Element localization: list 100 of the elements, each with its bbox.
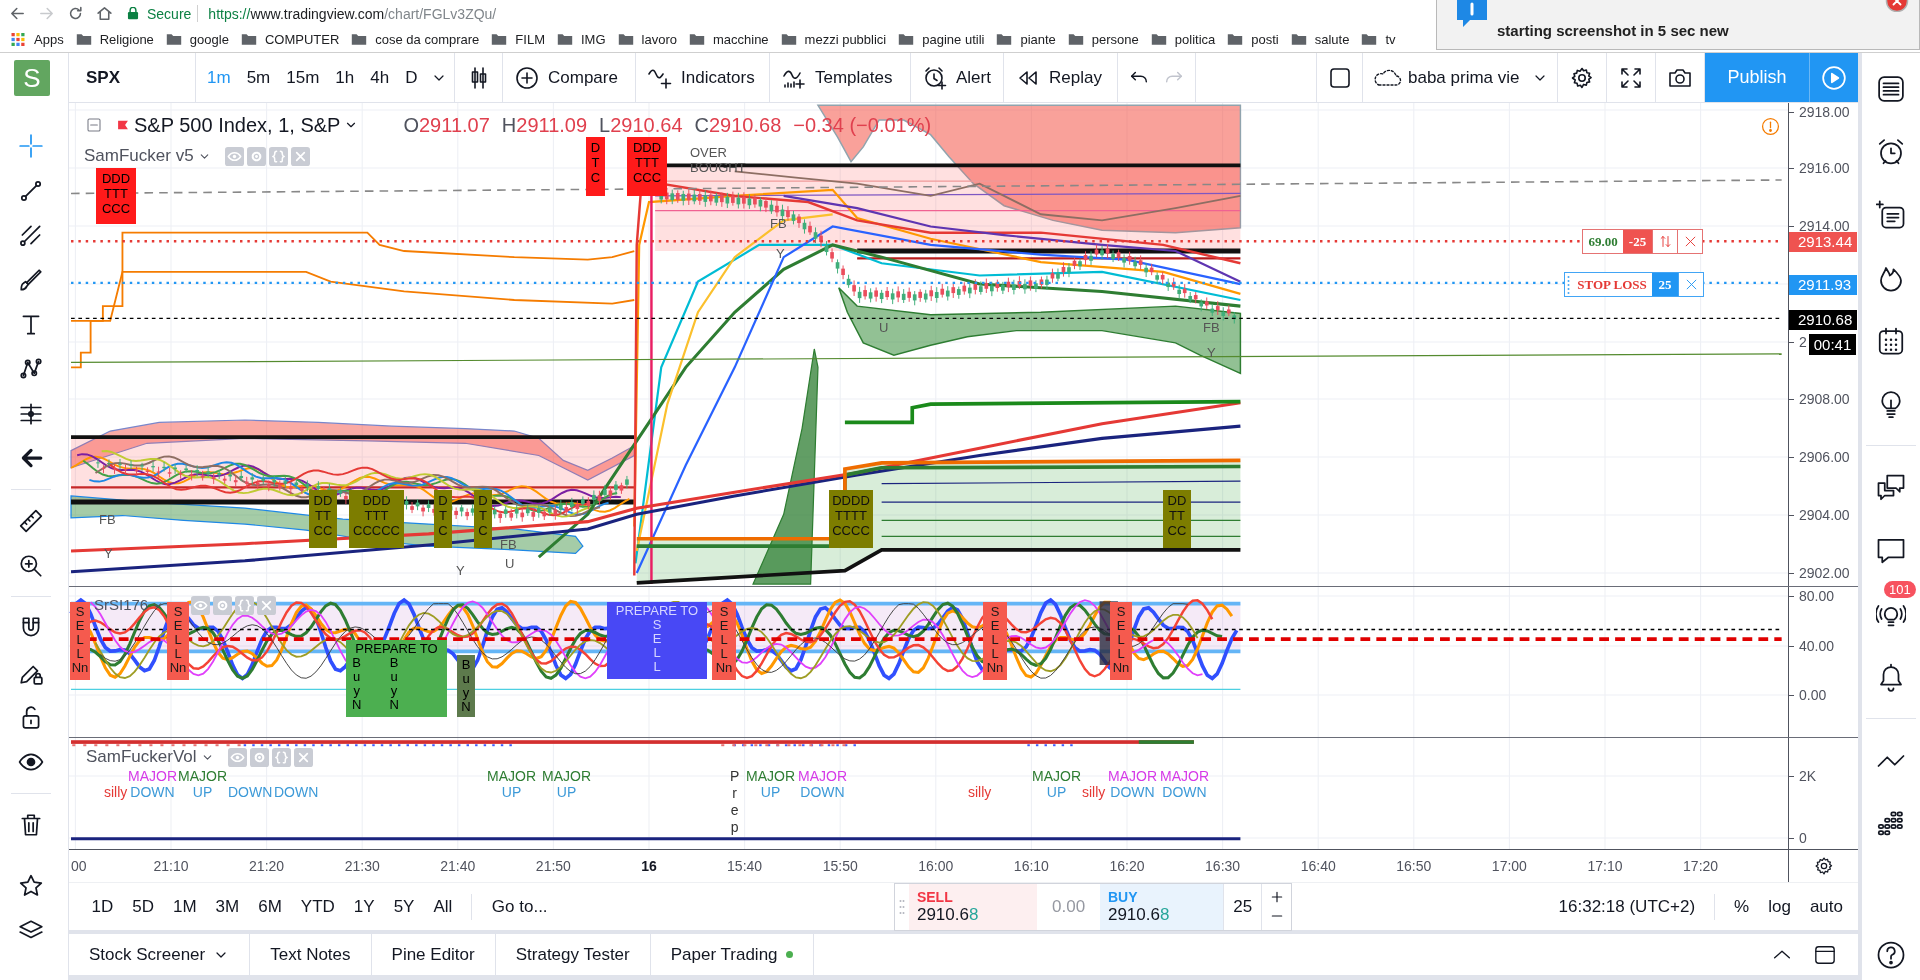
square-icon[interactable] [1327, 65, 1352, 90]
indicators-button[interactable]: Indicators [636, 53, 770, 102]
status-dot-icon [785, 951, 793, 958]
warning-icon[interactable] [1761, 117, 1780, 136]
stop-loss-order[interactable]: STOP LOSS 25 [1564, 272, 1704, 297]
dtc-signal-marker: DDDD TTTT CCCC [829, 490, 873, 548]
brush-icon[interactable] [18, 267, 44, 294]
replay-button[interactable]: Replay [1004, 53, 1118, 102]
symbol-button[interactable]: SPX [86, 67, 121, 88]
price-axis-label: 2K [1789, 767, 1817, 785]
quantity-field[interactable]: 25 [1223, 883, 1262, 930]
bookmark[interactable]: FILM [491, 32, 545, 47]
scale-toggle[interactable]: log [1768, 896, 1791, 917]
templates-button[interactable]: Templates [770, 53, 911, 102]
bookmark[interactable]: salute [1290, 32, 1350, 47]
alarm-clock-icon[interactable] [1876, 136, 1906, 167]
interval-tab[interactable]: D [397, 67, 426, 88]
fullscreen-icon[interactable] [1619, 65, 1643, 90]
scale-toggle[interactable]: % [1734, 896, 1750, 917]
range-button[interactable]: 1M [163, 896, 207, 917]
panel-tab[interactable]: Text Notes [250, 934, 372, 975]
clock-label: 16:32:18 (UTC+2) [1558, 896, 1696, 917]
calendar-icon[interactable] [1876, 325, 1906, 356]
study-title[interactable]: SamFuckerVol [86, 747, 197, 767]
range-button[interactable]: 6M [248, 896, 292, 917]
buy-button[interactable]: BUY 2910.68 [1099, 883, 1224, 930]
range-button[interactable]: All [423, 896, 462, 917]
ruler-icon[interactable] [18, 508, 44, 535]
home-icon[interactable] [96, 5, 113, 22]
range-button[interactable]: YTD [291, 896, 345, 917]
range-button[interactable]: 5Y [384, 896, 424, 917]
bookmark[interactable]: google [165, 32, 229, 47]
trash-icon[interactable] [18, 811, 44, 838]
bookmark[interactable]: pagine utili [898, 32, 985, 47]
folder-icon [556, 33, 573, 46]
bookmark[interactable]: cose da comprare [351, 32, 480, 47]
order-label: STOP LOSS [1576, 275, 1648, 294]
sell-button[interactable]: SELL 2910.68 [908, 883, 1038, 930]
price-axis-label: 40.00 [1789, 637, 1835, 655]
settings-icon[interactable] [1570, 65, 1594, 90]
time-axis-label: 00 [71, 858, 87, 874]
major-down-label: MAJOR DOWN [128, 768, 177, 800]
help-icon[interactable] [1876, 940, 1906, 970]
list-icon[interactable] [1876, 73, 1906, 104]
range-button[interactable]: 5D [122, 896, 164, 917]
interval-tab[interactable]: 1h [327, 67, 363, 88]
bookmark[interactable]: posti [1227, 32, 1279, 47]
interval-tab[interactable]: 15m [278, 67, 328, 88]
bookmark[interactable]: COMPUTER [240, 32, 340, 47]
alert-button[interactable]: Alert [911, 53, 1004, 102]
compare-button[interactable]: Compare [503, 53, 636, 102]
news-icon[interactable] [1876, 199, 1906, 230]
flag-icon[interactable] [116, 118, 130, 132]
panel-tab[interactable]: Stock Screener [69, 934, 251, 975]
folder-icon [491, 33, 508, 46]
url-text[interactable]: https://www.tradingview.com/chart/FGLv3ZQu/ [208, 5, 497, 22]
bookmark[interactable]: politica [1150, 32, 1216, 47]
bookmark[interactable]: piante [996, 32, 1056, 47]
bookmark[interactable]: Apps [10, 32, 64, 47]
study-title[interactable]: SrSI176 [94, 595, 149, 615]
bookmark[interactable]: persone [1067, 32, 1139, 47]
drag-handle-icon[interactable] [1565, 273, 1572, 296]
zoom-in-icon[interactable] [18, 552, 44, 579]
folder-icon [780, 33, 797, 46]
crosshair-icon[interactable] [18, 133, 44, 160]
back-icon[interactable] [9, 5, 26, 22]
time-axis-label: 16 [641, 858, 657, 874]
range-button[interactable]: 3M [206, 896, 249, 917]
play-button[interactable] [1809, 53, 1858, 102]
settings-icon[interactable] [1813, 856, 1834, 876]
security-label[interactable]: Secure [147, 5, 192, 22]
goto-button[interactable]: Go to... [491, 896, 548, 917]
layout-button[interactable]: baba prima vie [1363, 53, 1558, 102]
chat-bubbles-icon[interactable] [1876, 472, 1906, 503]
study-title[interactable]: SamFucker v5 [84, 146, 194, 166]
time-axis-label: 16:00 [918, 858, 954, 874]
drag-handle-icon[interactable] [898, 897, 905, 916]
window-icon[interactable] [1814, 943, 1836, 966]
panel-tab[interactable]: Pine Editor [371, 934, 496, 975]
interval-tab[interactable]: 4h [362, 67, 398, 88]
price-axis-label: 80.00 [1789, 587, 1835, 605]
scale-toggle[interactable]: auto [1809, 896, 1843, 917]
ohlc-value: O2911.07 [403, 113, 490, 137]
bookmark[interactable]: IMG [556, 32, 606, 47]
bookmark[interactable]: macchine [688, 32, 769, 47]
interval-tab[interactable]: 5m [238, 67, 279, 88]
range-button[interactable]: 1D [82, 896, 123, 917]
range-button[interactable]: 1Y [344, 896, 385, 917]
bookmark[interactable]: tv [1361, 32, 1396, 47]
swap-arrows-icon[interactable] [1657, 234, 1673, 249]
bookmark[interactable]: lavoro [617, 32, 677, 47]
panel-tab[interactable]: Strategy Tester [495, 934, 651, 975]
bookmark[interactable]: Religione [75, 32, 154, 47]
panel-tab[interactable]: Paper Trading [650, 934, 814, 975]
bookmark[interactable]: mezzi pubblici [780, 32, 887, 47]
plus-icon[interactable] [1269, 890, 1284, 904]
take-profit-order[interactable]: 69.00 -25 [1582, 229, 1703, 254]
close-icon[interactable] [1885, 0, 1909, 12]
reload-icon[interactable] [67, 5, 84, 22]
symbol-title[interactable]: S&P 500 Index, 1, S&P [134, 113, 341, 137]
